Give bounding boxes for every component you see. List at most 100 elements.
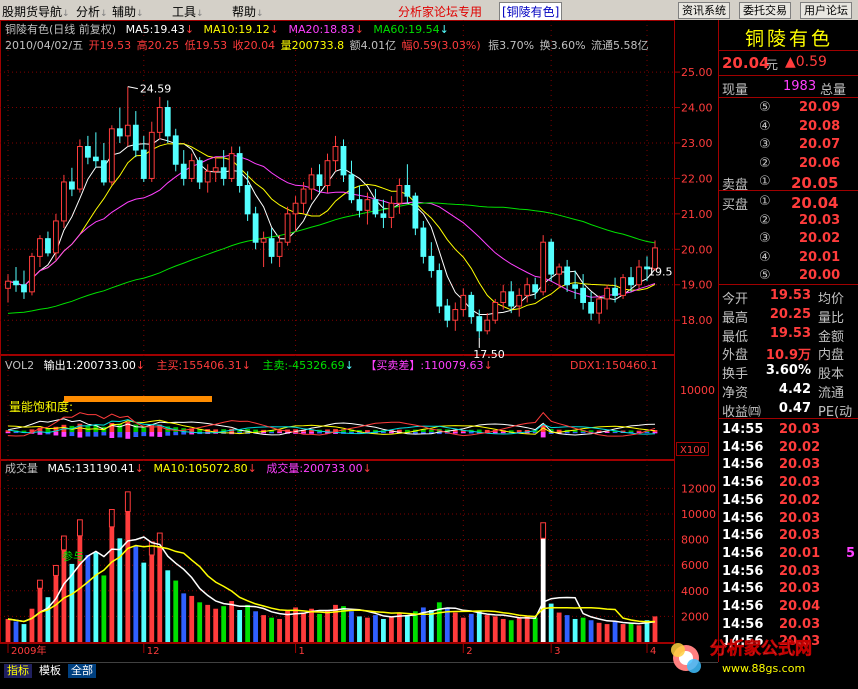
volume-bar: [556, 612, 562, 642]
info-line-1: 铜陵有色(日线 前复权) MA5:19.43↓ MA10:19.12↓ MA20…: [5, 22, 449, 36]
low-value: 低19.53: [185, 39, 228, 52]
participate-tag: 参与: [62, 549, 84, 563]
candle-body: [380, 213, 387, 218]
tab-template[interactable]: 模板: [36, 664, 64, 678]
stat-value: 4.42: [778, 382, 811, 397]
menu-item-4[interactable]: 工具↓: [172, 3, 204, 20]
menu-item-5[interactable]: 帮助↓: [232, 3, 264, 20]
ask-level-3[interactable]: ③ 20.07: [719, 137, 858, 154]
vol2-bar-down: [468, 432, 474, 434]
vol2-bar-down: [460, 432, 466, 434]
candle: [69, 167, 75, 197]
volume-bar: [125, 511, 131, 642]
candle: [388, 196, 395, 229]
candle-body: [332, 146, 339, 162]
bid-level-4[interactable]: ④ 20.01: [719, 250, 858, 267]
bid-label: 买盘: [722, 198, 749, 213]
date-tick-label: 3: [554, 646, 560, 657]
menu-item-label: 分析: [76, 5, 101, 19]
volume-value: 量200733.8: [281, 39, 345, 52]
ask-level-4[interactable]: ② 20.06: [719, 156, 858, 173]
menu-item-1[interactable]: 导航↓: [38, 3, 70, 20]
ma10-label: MA10:19.12: [204, 23, 270, 36]
candle-body: [260, 238, 267, 243]
stat-label: 外盘: [722, 348, 749, 364]
kline-chart[interactable]: 25.00 24.00 23.00 22.00 21.00 20.00 19.00 18.00…: [0, 20, 718, 662]
vol2-bar-up: [636, 430, 642, 432]
stock-tag[interactable]: [铜陵有色]: [499, 2, 563, 21]
candle-body: [188, 160, 195, 179]
candle-body: [220, 167, 227, 179]
volume-bar: [484, 615, 490, 642]
stat-right-label: 均价: [818, 292, 845, 307]
vol2-bar-down: [85, 432, 91, 437]
bid-level-1[interactable]: 买盘 ① 20.04: [719, 194, 858, 213]
high-pointer: [127, 86, 138, 90]
tick-price: 20.03: [779, 528, 821, 544]
volume-bar: [636, 625, 642, 642]
vol2-bar-down: [61, 432, 67, 437]
tab-all[interactable]: 全部: [68, 664, 96, 678]
stat-row: 最高 20.25 量比: [719, 307, 858, 326]
candle: [132, 111, 139, 158]
logo-graphic: 分析家公式网 www.88gs.com: [671, 638, 812, 675]
trade-button[interactable]: 委托交易: [739, 2, 791, 19]
volume-bar: [221, 606, 227, 642]
menu-arrow-icon: ↓: [196, 9, 204, 19]
candle: [524, 277, 531, 303]
tab-indicator[interactable]: 指标: [4, 664, 32, 678]
info-system-button[interactable]: 资讯系统: [678, 2, 730, 19]
volume-bar: [404, 615, 410, 642]
vol2-out1: 输出1:200733.00: [44, 358, 136, 372]
stat-row: 换手 3.60% 股本: [719, 363, 858, 382]
candle-body: [292, 202, 299, 215]
candle-body: [572, 284, 579, 289]
tick-price: 20.03: [779, 563, 821, 579]
level-number: ④: [759, 118, 771, 134]
forum-button[interactable]: 用户论坛: [800, 2, 852, 19]
tick-time: 14:56: [722, 457, 764, 473]
volume-bar: [492, 616, 498, 642]
stat-right-label: 流通: [818, 386, 845, 401]
chart-area[interactable]: 25.00 24.00 23.00 22.00 21.00 20.00 19.00 18.00…: [0, 20, 718, 662]
candle: [156, 96, 163, 140]
float-value: 流通5.58亿: [591, 38, 649, 52]
tick-row: 14:56 20.01 5: [719, 546, 858, 563]
menu-item-2[interactable]: 分析↓: [76, 3, 108, 20]
tick-price: 20.02: [779, 492, 821, 508]
ma60-arrow: ↓: [440, 23, 449, 36]
tab-bar: 指标 模板 全部: [0, 662, 718, 679]
stat-row: 最低 19.53 金额: [719, 326, 858, 345]
ask-level-5[interactable]: 卖盘 ① 20.05: [719, 174, 858, 193]
ask-level-2[interactable]: ④ 20.08: [719, 119, 858, 136]
candle: [580, 274, 587, 310]
ask-level-1[interactable]: ⑤ 20.09: [719, 100, 858, 117]
vol2-bar-up: [149, 425, 155, 432]
volume-bar: [181, 593, 187, 642]
candle-body: [484, 319, 491, 332]
stat-right-label: 金额: [818, 329, 845, 345]
candle: [84, 135, 91, 165]
candle-body: [5, 280, 11, 289]
vol2-bar-down: [117, 432, 123, 438]
candle: [140, 135, 147, 182]
bid-level-2[interactable]: ② 20.03: [719, 213, 858, 230]
volume-bar: [516, 617, 522, 642]
candle-body: [356, 199, 363, 211]
price-axis: 25.00 24.00 23.00 22.00 21.00 20.00 19.00 18.00: [675, 66, 713, 327]
level-price: 20.02: [799, 231, 841, 246]
volume-bar: [45, 597, 51, 642]
price-tick-label: 19.00: [681, 279, 713, 292]
menu-item-3[interactable]: 辅助↓: [112, 3, 144, 20]
tick-time: 14:56: [722, 581, 764, 597]
bid-level-3[interactable]: ③ 20.02: [719, 231, 858, 248]
candle-body: [316, 174, 323, 187]
volume-bar: [269, 617, 274, 642]
level-price: 20.06: [799, 155, 841, 171]
bid-level-5[interactable]: ⑤ 20.00: [719, 268, 858, 285]
vol2-bar-up: [117, 423, 123, 432]
volume-bar: [588, 620, 594, 642]
stat-row: 收益㈣ 0.47 PE(动: [719, 401, 858, 420]
volume-bar: [325, 610, 330, 642]
volume-bar: [173, 580, 179, 642]
